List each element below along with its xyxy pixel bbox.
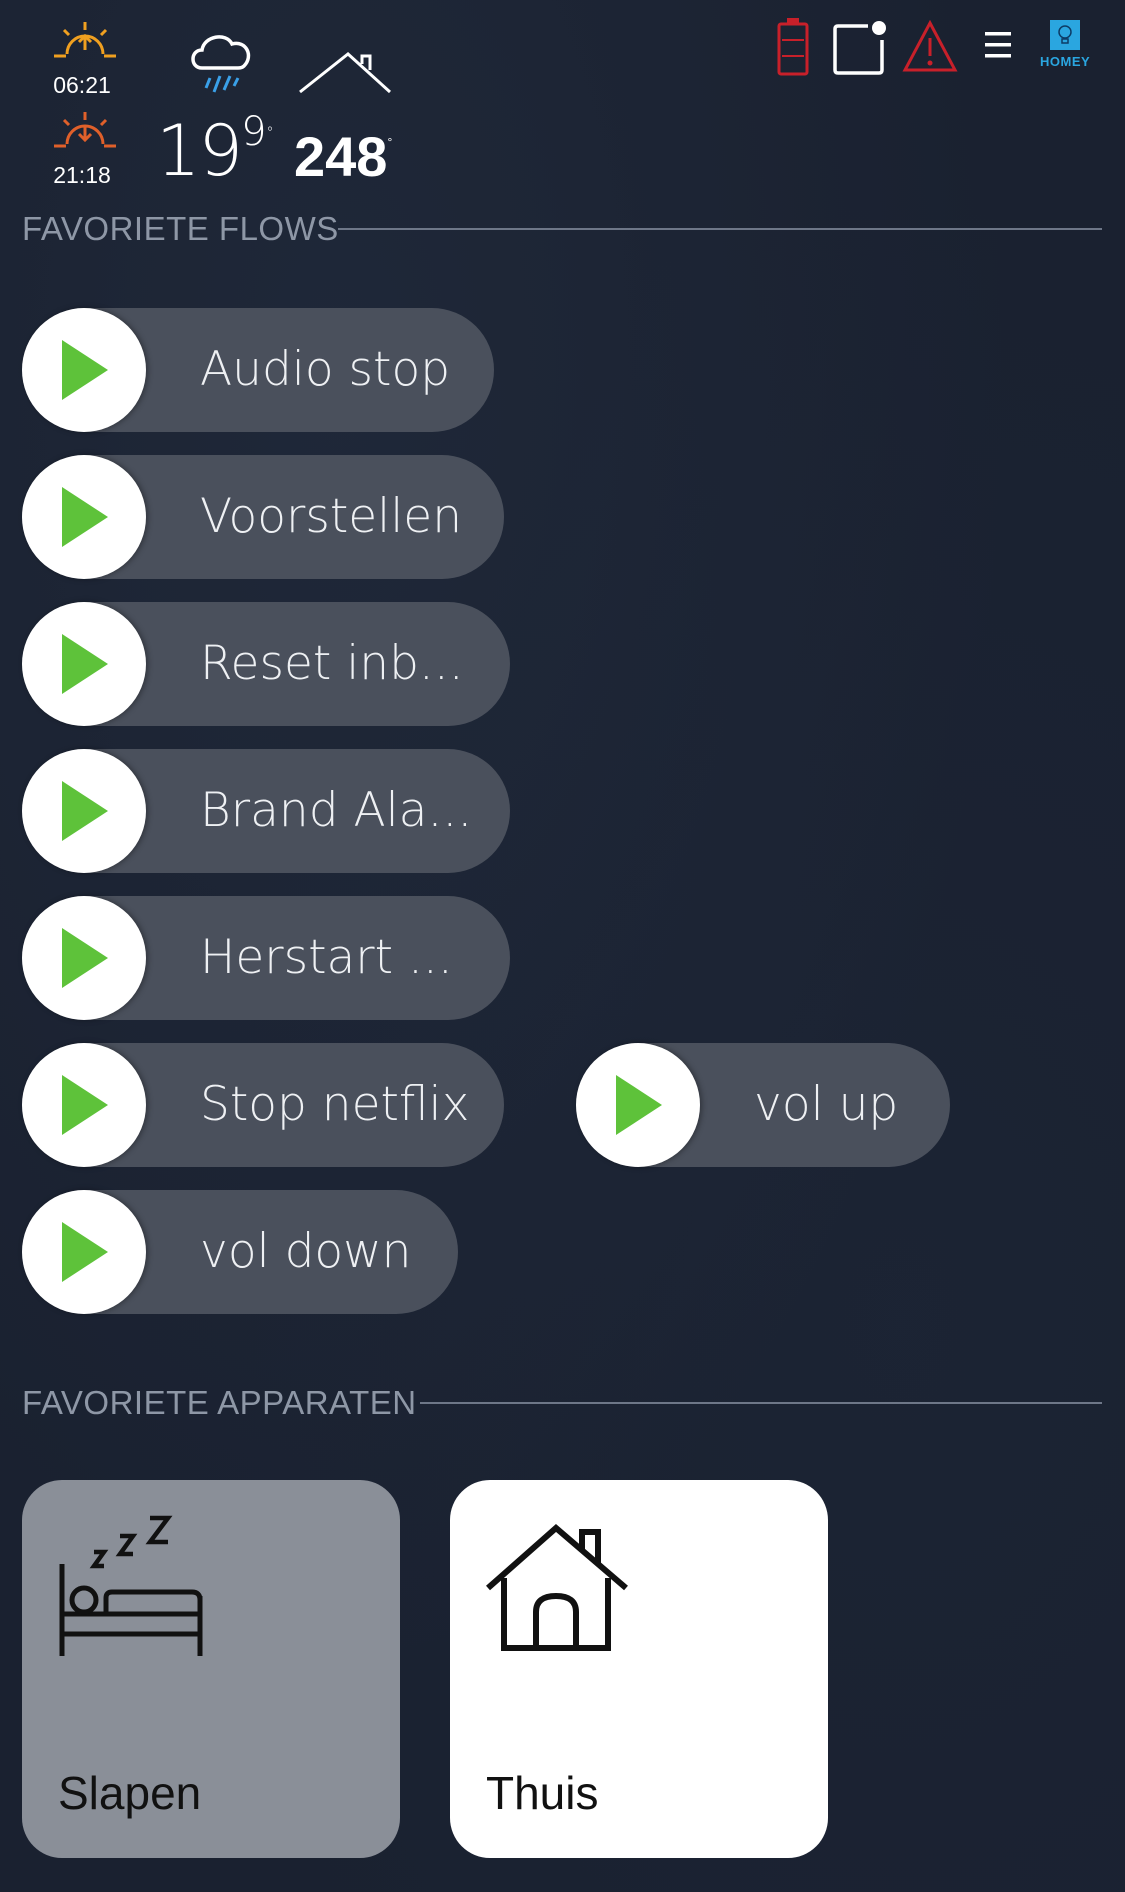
flow-button[interactable]: Herstart ... <box>22 896 510 1020</box>
play-button[interactable] <box>22 455 146 579</box>
rain-cloud-icon[interactable] <box>186 28 260 98</box>
homey-label: HOMEY <box>1040 54 1091 69</box>
device-tile-thuis[interactable]: Thuis <box>450 1480 828 1858</box>
sunrise-time: 06:21 <box>53 72 111 98</box>
menu-icon[interactable] <box>984 30 1012 60</box>
flow-label: Herstart ... <box>200 930 453 985</box>
outdoor-temp-unit: ° <box>266 125 274 141</box>
device-tile-slapen[interactable]: Slapen <box>22 1480 400 1858</box>
flow-label: Audio stop <box>200 342 451 397</box>
house-icon <box>486 1524 628 1651</box>
flow-label: vol up <box>754 1077 899 1132</box>
sunset-time: 21:18 <box>53 162 111 188</box>
flow-label: Stop netflix <box>200 1077 470 1132</box>
flow-label: Voorstellen <box>200 489 462 544</box>
indoor-temp-unit: ° <box>387 135 393 149</box>
flow-button[interactable]: Voorstellen <box>22 455 504 579</box>
notification-icon[interactable] <box>832 18 890 76</box>
homey-logo[interactable]: HOMEY <box>1040 20 1090 69</box>
play-icon <box>62 928 108 988</box>
indoor-temperature: 248° <box>294 124 392 189</box>
play-icon <box>616 1075 662 1135</box>
devices-section-title: FAVORIETE APPARATEN <box>22 1384 417 1421</box>
play-button[interactable] <box>22 1043 146 1167</box>
devices-divider <box>420 1402 1102 1404</box>
flow-label: Reset inb... <box>200 636 464 691</box>
play-button[interactable] <box>22 1190 146 1314</box>
sunrise-icon <box>54 22 116 58</box>
lightbulb-icon <box>1050 20 1080 50</box>
play-button[interactable] <box>22 896 146 1020</box>
device-name: Thuis <box>486 1767 599 1819</box>
flow-button[interactable]: Reset inb... <box>22 602 510 726</box>
flows-section-title: FAVORIETE FLOWS <box>22 210 339 247</box>
play-button[interactable] <box>22 308 146 432</box>
outdoor-temp-decimal: 9 <box>241 108 266 155</box>
play-button[interactable] <box>22 602 146 726</box>
flows-divider <box>338 228 1102 230</box>
battery-low-icon[interactable] <box>776 16 810 76</box>
flow-button[interactable]: Audio stop <box>22 308 494 432</box>
play-button[interactable] <box>22 749 146 873</box>
flow-button[interactable]: vol up <box>576 1043 950 1167</box>
outdoor-temp-whole: 19 <box>156 110 243 192</box>
roof-icon <box>299 52 392 94</box>
sunset-icon <box>54 112 116 148</box>
flow-label: vol down <box>200 1224 412 1279</box>
play-icon <box>62 1222 108 1282</box>
play-icon <box>62 634 108 694</box>
play-icon <box>62 340 108 400</box>
bed-sleep-icon <box>59 1515 203 1656</box>
indoor-temp-value: 248 <box>294 125 388 188</box>
play-icon <box>62 487 108 547</box>
flow-label: Brand Ala... <box>200 783 473 838</box>
play-icon <box>62 781 108 841</box>
device-name: Slapen <box>58 1767 202 1819</box>
play-button[interactable] <box>576 1043 700 1167</box>
warning-icon[interactable] <box>902 20 958 74</box>
flow-button[interactable]: Brand Ala... <box>22 749 510 873</box>
play-icon <box>62 1075 108 1135</box>
outdoor-temperature: 199 ° <box>156 108 274 192</box>
flow-button[interactable]: Stop netflix <box>22 1043 504 1167</box>
flow-button[interactable]: vol down <box>22 1190 458 1314</box>
